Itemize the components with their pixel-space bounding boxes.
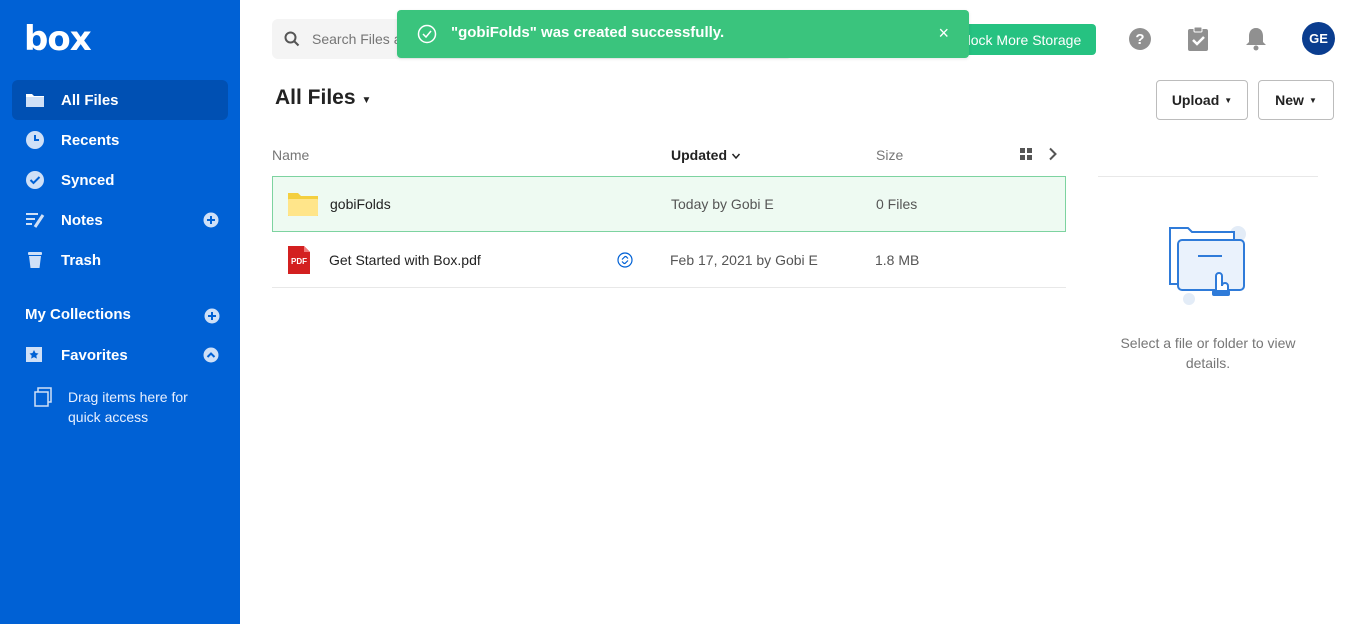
file-updated: Feb 17, 2021 by Gobi E <box>670 252 818 268</box>
notifications-bell-icon[interactable] <box>1243 26 1269 52</box>
column-header-updated[interactable]: Updated <box>671 147 741 163</box>
copy-icon <box>34 387 52 407</box>
sidebar-item-all-files[interactable]: All Files <box>12 80 228 120</box>
add-collection-icon[interactable] <box>204 308 220 324</box>
sidebar-item-recents[interactable]: Recents <box>12 120 228 160</box>
sidebar-item-label: Synced <box>61 171 115 189</box>
clock-icon <box>25 130 45 150</box>
check-circle-icon <box>25 170 45 190</box>
help-icon[interactable]: ? <box>1127 26 1153 52</box>
my-collections-label[interactable]: My Collections <box>25 306 131 323</box>
chevron-down-icon: ▼ <box>1308 95 1317 105</box>
sidebar-item-label: All Files <box>61 91 119 109</box>
table-row[interactable]: gobiFolds Today by Gobi E 0 Files <box>272 176 1066 232</box>
sidebar-item-label: Trash <box>61 251 102 269</box>
sidebar-item-notes[interactable]: Notes <box>12 200 228 240</box>
column-header-updated-label: Updated <box>671 147 727 163</box>
close-icon[interactable]: × <box>938 24 949 42</box>
file-size: 1.8 MB <box>875 252 920 268</box>
drag-hint-text: Drag items here for quick access <box>68 389 188 425</box>
notes-icon <box>25 210 45 230</box>
page-title-text: All Files <box>275 86 356 109</box>
row-divider <box>272 287 1066 288</box>
collapse-favorites-icon[interactable] <box>203 347 219 363</box>
add-note-icon[interactable] <box>203 212 219 228</box>
folder-icon <box>25 90 45 110</box>
folder-select-illustration-icon <box>1169 226 1246 305</box>
file-name[interactable]: gobiFolds <box>330 196 391 212</box>
toast-message: "gobiFolds" was created successfully. <box>451 23 725 41</box>
upload-button[interactable]: Upload ▼ <box>1156 80 1248 120</box>
user-avatar[interactable]: GE <box>1302 22 1335 55</box>
sidebar-item-trash[interactable]: Trash <box>12 240 228 280</box>
svg-text:?: ? <box>1135 31 1144 48</box>
grid-view-icon[interactable] <box>1020 148 1033 161</box>
box-logo[interactable]: box <box>24 22 92 56</box>
new-button-label: New <box>1275 92 1304 108</box>
sidebar: box All Files Recents Synced Notes Trash… <box>0 0 240 624</box>
column-header-name[interactable]: Name <box>272 147 309 163</box>
sidebar-item-label: Recents <box>61 131 120 149</box>
star-folder-icon <box>25 345 45 365</box>
sidebar-item-label: Notes <box>61 211 103 229</box>
pdf-badge: PDF <box>291 257 307 266</box>
shared-link-icon[interactable] <box>617 252 633 268</box>
file-updated: Today by Gobi E <box>671 196 774 212</box>
drag-hint: Drag items here for quick access <box>34 387 208 427</box>
sort-descending-icon <box>731 153 740 160</box>
column-header-size[interactable]: Size <box>876 147 903 163</box>
trash-icon <box>25 250 45 270</box>
details-empty-text: Select a file or folder to view details. <box>1120 335 1296 371</box>
sidebar-item-label: Favorites <box>61 346 128 364</box>
details-divider <box>1098 176 1318 177</box>
file-size: 0 Files <box>876 196 918 212</box>
table-row[interactable]: PDF Get Started with Box.pdf Feb 17, 202… <box>272 232 1066 288</box>
sidebar-item-favorites[interactable]: Favorites <box>12 335 228 375</box>
sidebar-item-synced[interactable]: Synced <box>12 160 228 200</box>
upload-button-label: Upload <box>1171 92 1220 108</box>
chevron-down-icon: ▼ <box>361 94 372 106</box>
check-circle-icon <box>417 24 437 44</box>
tasks-clipboard-icon[interactable] <box>1185 26 1211 52</box>
success-toast: "gobiFolds" was created successfully. × <box>397 10 969 58</box>
page-title[interactable]: All Files ▼ <box>275 86 371 110</box>
new-button[interactable]: New ▼ <box>1258 80 1334 120</box>
file-name[interactable]: Get Started with Box.pdf <box>329 252 481 268</box>
chevron-right-icon[interactable] <box>1048 147 1058 161</box>
search-icon <box>284 31 300 47</box>
chevron-down-icon: ▼ <box>1224 95 1233 105</box>
folder-icon <box>288 193 318 216</box>
